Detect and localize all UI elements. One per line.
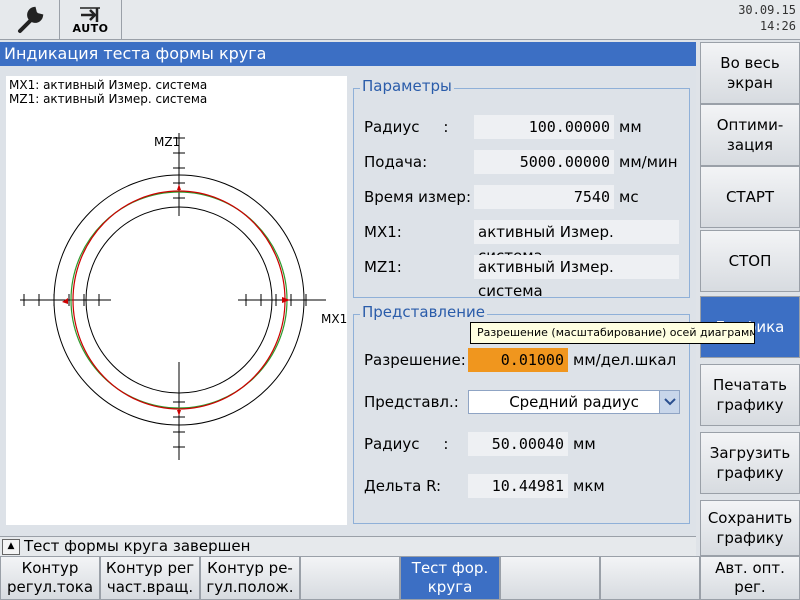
representation-title: Представление [360, 303, 488, 321]
param-feed-row: Подача: 5000.00000 мм/мин [364, 150, 681, 174]
repr-resolution-label: Разрешение: [364, 351, 466, 369]
representation-group: Представление Разрешение: 0.01000 мм/дел… [353, 303, 690, 524]
softkey-auto-opt[interactable]: Авт. опт. рег. [700, 556, 800, 600]
status-bar: ▲ Тест формы круга завершен [0, 536, 696, 556]
repr-display-select[interactable]: Средний радиус [468, 390, 680, 414]
time: 14:26 [759, 19, 796, 33]
status-text: Тест формы круга завершен [24, 537, 251, 555]
param-mx1-value: активный Измер. система [474, 220, 679, 265]
chevron-down-icon[interactable] [659, 391, 679, 413]
softkey-circle-test[interactable]: Тест фор. круга [400, 556, 500, 600]
resolution-tooltip: Разрешение (масштабирование) осей диагра… [470, 322, 755, 344]
expand-up-icon[interactable]: ▲ [2, 538, 20, 555]
param-meas-time-unit: мс [619, 188, 639, 206]
param-mx1-row: MX1: активный Измер. система [364, 220, 681, 265]
softkey-fullscreen[interactable]: Во весь экран [700, 42, 800, 104]
parameters-title: Параметры [360, 77, 454, 95]
top-bar: AUTO 30.09.15 14:26 [0, 0, 800, 40]
repr-delta-row: Дельта R: 10.44981 мкм [364, 474, 681, 498]
repr-resolution-row: Разрешение: 0.01000 мм/дел.шкал [364, 348, 681, 372]
param-meas-time-value: 7540 [474, 185, 614, 209]
param-feed-label: Подача: [364, 153, 428, 171]
softkey-start[interactable]: СТАРТ [700, 166, 800, 228]
settings-button[interactable] [0, 0, 60, 40]
axis-h-label: MX1 [321, 312, 347, 326]
softkey-optimization[interactable]: Оптими- зация [700, 104, 800, 166]
main-panel: MX1: активный Измер. система MZ1: активн… [0, 66, 696, 536]
repr-radius-label: Радиус : [364, 435, 449, 453]
param-feed-value: 5000.00000 [474, 150, 614, 174]
softkey-speed-loop[interactable]: Контур рег част.вращ. [100, 556, 200, 600]
axis-ticks [23, 137, 307, 448]
repr-radius-value: 50.00040 [468, 432, 568, 456]
softkey-stop[interactable]: СТОП [700, 230, 800, 292]
circle-test-plot: MX1: активный Измер. система MZ1: активн… [6, 76, 347, 525]
softkey-empty-7[interactable] [600, 556, 700, 600]
repr-delta-label: Дельта R: [364, 477, 442, 495]
param-radius-row: Радиус : 100.00000 мм [364, 115, 681, 139]
softkey-save-graphics[interactable]: Сохранить графику [700, 500, 800, 556]
repr-display-selected: Средний радиус [509, 393, 639, 411]
softkey-position-loop[interactable]: Контур ре- гул.полож. [200, 556, 300, 600]
param-mz1-label: MZ1: [364, 258, 402, 276]
param-mx1-label: MX1: [364, 223, 402, 241]
page-title: Индикация теста формы круга [0, 42, 696, 66]
mode-label: AUTO [72, 21, 109, 35]
axis-v-label: MZ1 [154, 135, 180, 149]
softkey-load-graphics[interactable]: Загрузить графику [700, 432, 800, 494]
repr-display-label: Представл.: [364, 393, 459, 411]
param-mz1-value: активный Измер. система [474, 255, 679, 300]
softkey-print-graphics[interactable]: Печатать графику [700, 364, 800, 426]
repr-resolution-unit: мм/дел.шкал [573, 351, 677, 369]
repr-delta-unit: мкм [573, 477, 605, 495]
mode-auto-button[interactable]: AUTO [60, 0, 122, 40]
param-feed-unit: мм/мин [619, 153, 678, 171]
wrench-icon [17, 6, 43, 33]
datetime: 30.09.15 14:26 [738, 2, 796, 34]
parameters-group: Параметры Радиус : 100.00000 мм Подача: … [353, 77, 690, 300]
param-meas-time-row: Время измер: 7540 мс [364, 185, 681, 209]
repr-resolution-input[interactable]: 0.01000 [468, 348, 568, 372]
softkey-empty-6[interactable] [500, 556, 600, 600]
repr-display-row: Представл.: Средний радиус [364, 390, 681, 414]
param-mz1-row: MZ1: активный Измер. система [364, 255, 681, 300]
date: 30.09.15 [738, 3, 796, 17]
softkey-current-loop[interactable]: Контур регул.тока [0, 556, 100, 600]
repr-radius-unit: мм [573, 435, 596, 453]
param-radius-label: Радиус : [364, 118, 449, 136]
circle-plot-svg: MZ1 MX1 [20, 133, 347, 460]
param-radius-unit: мм [619, 118, 642, 136]
repr-radius-row: Радиус : 50.00040 мм [364, 432, 681, 456]
repr-delta-value: 10.44981 [468, 474, 568, 498]
param-meas-time-label: Время измер: [364, 188, 471, 206]
softkey-empty-4[interactable] [300, 556, 400, 600]
param-radius-value: 100.00000 [474, 115, 614, 139]
